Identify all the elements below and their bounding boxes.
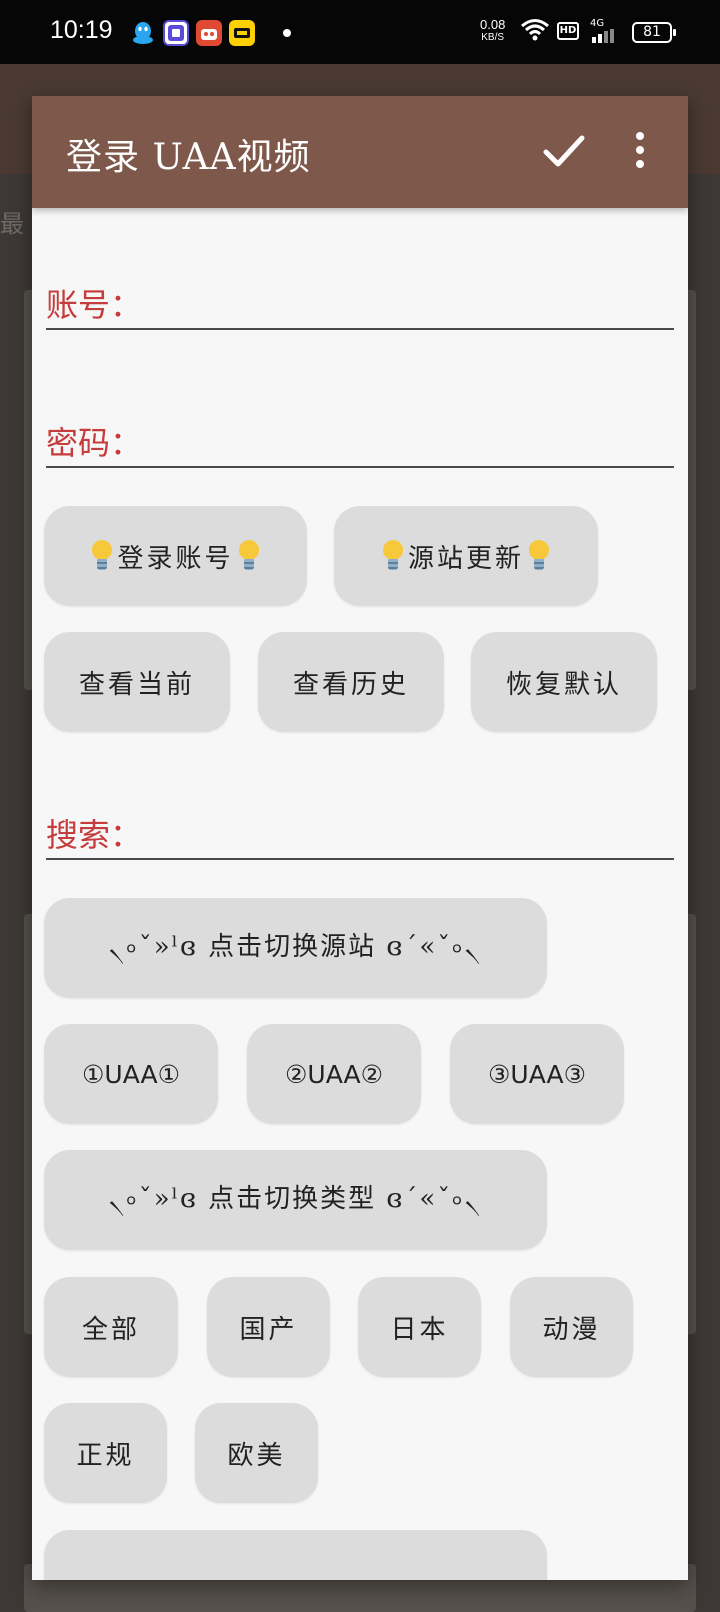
lightbulb-icon (528, 540, 550, 572)
signal-icon (592, 28, 622, 47)
type-western-button[interactable]: 欧美 (195, 1403, 318, 1503)
account-label: 账号： (46, 286, 143, 324)
tieba-icon (163, 20, 189, 46)
password-label: 密码： (46, 424, 143, 462)
type-regular-button[interactable]: 正规 (44, 1403, 167, 1503)
source-uaa-3-button[interactable]: ③UAA③ (450, 1024, 624, 1124)
battery-icon: 81 (632, 22, 676, 43)
login-account-label: 登录账号 (117, 543, 234, 574)
view-current-button[interactable]: 查看当前 (44, 632, 230, 732)
notification-dot (283, 29, 291, 37)
dialog-title: 登录 UAA视频 (66, 137, 311, 178)
qq-icon (130, 20, 156, 46)
more-vert-icon[interactable] (632, 132, 648, 172)
background-text-fragment: 最 (0, 210, 24, 238)
app-icon (196, 20, 222, 46)
account-input-underline[interactable] (46, 328, 674, 330)
type-domestic-button[interactable]: 国产 (207, 1277, 330, 1377)
hd-icon: HD (557, 22, 579, 40)
check-icon[interactable] (540, 130, 588, 174)
lightbulb-icon (238, 540, 260, 572)
restore-default-button[interactable]: 恢复默认 (471, 632, 657, 732)
source-uaa-2-button[interactable]: ②UAA② (247, 1024, 421, 1124)
dialog-header: 登录 UAA视频 (32, 96, 688, 208)
partially-visible-button[interactable] (44, 1530, 547, 1580)
search-input-underline[interactable] (46, 858, 674, 860)
type-all-button[interactable]: 全部 (44, 1277, 178, 1377)
network-speed: 0.08 KB/S (480, 18, 505, 44)
password-input-underline[interactable] (46, 466, 674, 468)
speed-unit: KB/S (481, 32, 505, 43)
source-update-button[interactable]: 源站更新 (334, 506, 598, 606)
lightbulb-icon (382, 540, 404, 572)
search-label: 搜索： (46, 816, 143, 854)
switch-source-button[interactable]: ৲৹ˇ»ˡɞ 点击切换源站 ɞ´«ˇ৹৲ (44, 898, 547, 998)
type-japan-button[interactable]: 日本 (358, 1277, 481, 1377)
view-history-button[interactable]: 查看历史 (258, 632, 444, 732)
login-dialog: 登录 UAA视频 账号： 密码： 登录账号 源站更新 查看当前 查看历史 恢复默… (32, 96, 688, 1580)
status-bar: 10:19 0.08 KB/S HD 4G 81 (0, 0, 720, 64)
source-update-label: 源站更新 (407, 543, 524, 574)
login-account-button[interactable]: 登录账号 (44, 506, 307, 606)
meituan-icon (229, 20, 255, 46)
switch-type-button[interactable]: ৲৹ˇ»ˡɞ 点击切换类型 ɞ´«ˇ৹৲ (44, 1150, 547, 1250)
lightbulb-icon (91, 540, 113, 572)
wifi-icon (520, 18, 550, 46)
speed-value: 0.08 (480, 17, 506, 32)
status-time: 10:19 (50, 16, 113, 44)
source-uaa-1-button[interactable]: ①UAA① (44, 1024, 218, 1124)
type-anime-button[interactable]: 动漫 (510, 1277, 633, 1377)
